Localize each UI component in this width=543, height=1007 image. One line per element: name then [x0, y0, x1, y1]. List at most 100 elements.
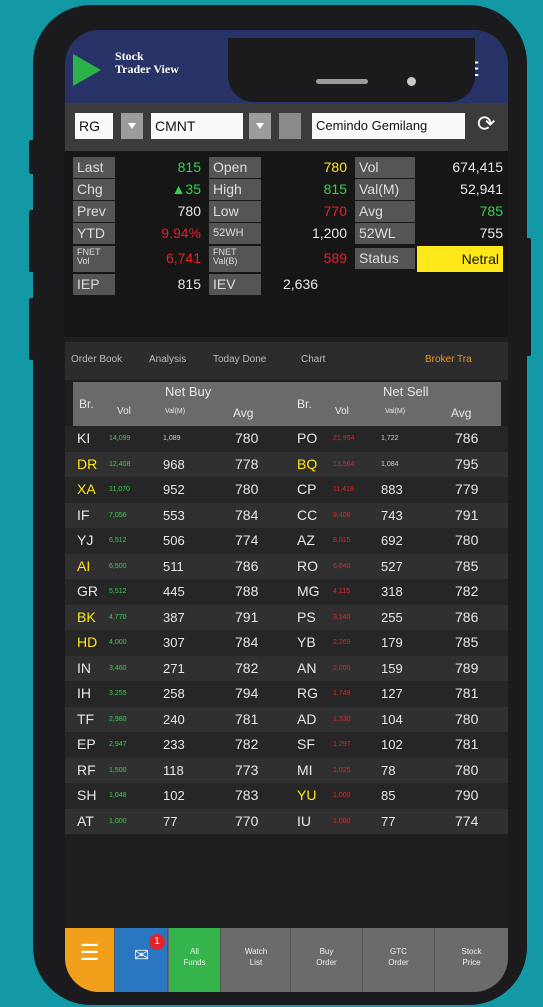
header-sell-vol: Vol — [335, 406, 349, 417]
buy-vol: 2,980 — [109, 715, 127, 723]
stock-price-button[interactable]: Stock Price — [435, 928, 508, 992]
buy-avg: 783 — [235, 787, 259, 803]
broker-row[interactable]: DR 12,408 968 778 BQ 13,564 1,084 795 — [65, 451, 508, 477]
buy-vol: 6,500 — [109, 562, 127, 570]
sell-valm: 255 — [381, 609, 403, 625]
broker-row[interactable]: YJ 6,512 506 774 AZ 8,015 692 780 — [65, 528, 508, 554]
buy-avg: 778 — [235, 455, 259, 472]
broker-row[interactable]: SH 1,048 102 783 YU 1,000 85 790 — [65, 783, 508, 809]
board-dropdown-icon[interactable] — [121, 113, 143, 139]
broker-row[interactable]: IF 7,056 553 784 CC 9,406 743 791 — [65, 502, 508, 528]
watch-list-button[interactable]: Watch List — [222, 928, 291, 992]
wk52l-value: 755 — [479, 225, 503, 241]
buy-broker-code: IH — [77, 685, 91, 701]
header-sell-valm: Val(M) — [385, 408, 406, 415]
app-logo-text: Stock Trader View — [115, 50, 179, 76]
sell-broker-code: SF — [297, 736, 315, 752]
company-name-field: Cemindo Gemilang — [312, 113, 465, 139]
sell-broker-code: CP — [297, 481, 317, 497]
sell-valm: 527 — [381, 558, 403, 574]
broker-row[interactable]: KI 14,099 1,089 780 PO 21,954 1,722 786 — [65, 426, 508, 452]
high-label: High — [209, 179, 261, 200]
buy-order-line1: Buy — [319, 947, 334, 956]
low-value: 770 — [323, 203, 347, 219]
broker-row[interactable]: AI 6,500 511 786 RO 6,640 527 785 — [65, 553, 508, 579]
buy-valm: 511 — [163, 558, 184, 574]
stock-dropdown-icon[interactable] — [249, 113, 271, 139]
fnet-val-label: FNET Val(B) — [209, 246, 261, 272]
open-label: Open — [209, 157, 261, 178]
sell-broker-code: AD — [297, 710, 317, 727]
logo-arrow-icon — [73, 54, 101, 86]
broker-table-header — [73, 382, 501, 426]
sell-valm: 102 — [381, 737, 403, 752]
sell-broker-code: MI — [297, 761, 313, 778]
gtc-order-button[interactable]: GTC Order — [363, 928, 435, 992]
buy-avg: 794 — [235, 685, 259, 701]
avg-label: Avg — [355, 201, 415, 222]
tab-order-book[interactable]: Order Book — [71, 354, 122, 365]
messages-button[interactable]: ✉ 1 — [116, 928, 168, 992]
buy-valm: 271 — [163, 660, 185, 676]
buy-vol: 12,408 — [109, 460, 131, 468]
messages-badge: 1 — [149, 934, 165, 950]
sell-vol: 6,640 — [333, 562, 351, 570]
broker-row[interactable]: IH 3,255 258 794 RG 1,749 127 781 — [65, 681, 508, 707]
buy-order-line2: Order — [316, 958, 337, 967]
sell-vol: 1,330 — [333, 715, 351, 723]
tab-today-done[interactable]: Today Done — [213, 354, 266, 365]
sell-avg: 779 — [455, 481, 479, 497]
refresh-icon[interactable]: ⟳ — [477, 111, 495, 137]
tab-broker-transaction[interactable]: Broker Tra — [425, 354, 472, 365]
broker-row[interactable]: BK 4,770 387 791 PS 3,140 255 786 — [65, 604, 508, 630]
stock-code-input[interactable]: CMNT — [151, 113, 243, 139]
header-sell-broker: Br. — [297, 397, 312, 411]
sell-avg: 785 — [455, 557, 479, 574]
broker-row[interactable]: AT 1,000 77 770 IU 1,000 77 774 — [65, 808, 508, 834]
iev-label: IEV — [209, 274, 261, 295]
main-menu-button[interactable]: ☰ — [65, 928, 115, 992]
vol-value: 674,415 — [452, 159, 503, 175]
all-funds-button[interactable]: All Funds — [169, 928, 221, 992]
buy-vol: 14,099 — [109, 435, 131, 442]
phone-power-button — [525, 238, 531, 356]
avg-value: 785 — [479, 203, 503, 219]
buy-avg: 780 — [235, 430, 259, 446]
sell-avg: 791 — [455, 506, 479, 523]
quote-panel: Last 815 Chg ▲35 Prev 780 YTD 9.94% FNET… — [65, 151, 508, 337]
buy-broker-code: HD — [77, 634, 98, 650]
sell-broker-code: YU — [297, 787, 317, 803]
app-screen: Stock Trader View ⌁ ⇥ ☰ RG CMNT Cemindo … — [65, 30, 508, 992]
sell-broker-code: AN — [297, 659, 317, 676]
buy-broker-code: KI — [77, 430, 91, 446]
tab-analysis[interactable]: Analysis — [149, 354, 186, 365]
buy-valm: 968 — [163, 456, 185, 472]
stock-selector-row: RG CMNT Cemindo Gemilang ⟳ — [65, 103, 508, 151]
buy-order-button[interactable]: Buy Order — [291, 928, 363, 992]
high-value: 815 — [323, 181, 347, 197]
sell-valm: 743 — [381, 507, 403, 523]
gtc-order-line1: GTC — [390, 947, 407, 956]
sell-vol: 1,000 — [333, 817, 351, 825]
board-select[interactable]: RG — [75, 113, 113, 139]
wk52h-value: 1,200 — [311, 225, 347, 241]
buy-broker-code: EP — [77, 736, 96, 752]
status-badge: Netral — [417, 246, 503, 272]
buy-avg: 788 — [235, 583, 259, 599]
app-title-line2: Trader View — [115, 62, 179, 76]
tab-chart[interactable]: Chart — [301, 354, 325, 365]
header-buy-valm: Val(M) — [165, 408, 186, 415]
broker-row[interactable]: TF 2,980 240 781 AD 1,330 104 780 — [65, 706, 508, 732]
sell-avg: 789 — [455, 659, 479, 676]
broker-row[interactable]: EP 2,947 233 782 SF 1,297 102 781 — [65, 732, 508, 758]
broker-row[interactable]: XA 11,070 952 780 CP 11,418 883 779 — [65, 477, 508, 503]
sell-avg: 780 — [455, 710, 479, 727]
sell-avg: 781 — [455, 685, 479, 701]
broker-row[interactable]: RF 1,500 118 773 MI 1,025 78 780 — [65, 757, 508, 783]
broker-row[interactable]: HD 4,000 307 784 YB 2,269 179 785 — [65, 630, 508, 656]
buy-broker-code: IF — [77, 506, 90, 523]
broker-row[interactable]: IN 3,460 271 782 AN 2,000 159 789 — [65, 655, 508, 681]
sell-valm: 1,084 — [381, 460, 399, 468]
broker-row[interactable]: GR 5,512 445 788 MG 4,115 318 782 — [65, 579, 508, 605]
buy-avg: 782 — [235, 736, 259, 752]
